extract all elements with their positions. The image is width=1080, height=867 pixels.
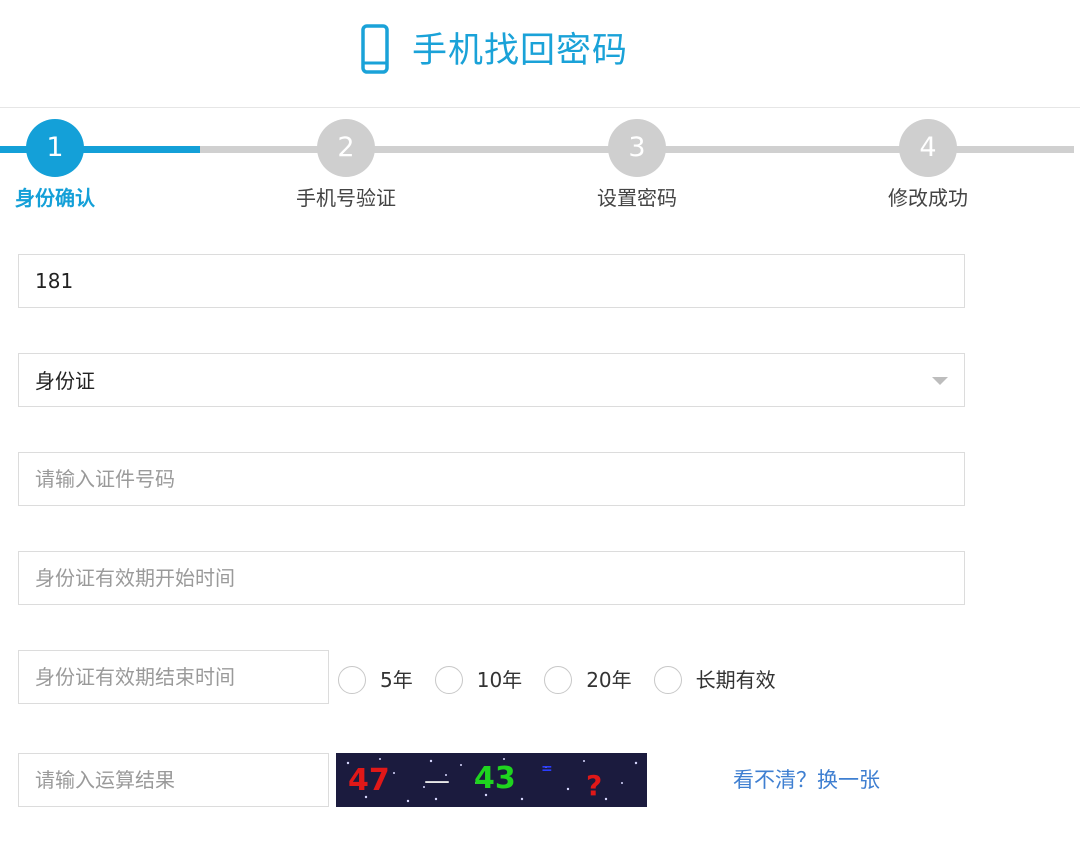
radio-button[interactable] [338, 666, 366, 694]
captcha-question: ? [586, 769, 602, 802]
radio-long-term[interactable]: 长期有效 [653, 666, 776, 694]
refresh-captcha-link[interactable]: 看不清？换一张 [733, 765, 880, 795]
radio-5-years[interactable]: 5年 [338, 666, 413, 694]
radio-20-years[interactable]: 20年 [544, 666, 632, 694]
radio-label: 5年 [380, 668, 413, 692]
captcha-equals: = [541, 761, 553, 777]
radio-button[interactable] [653, 666, 682, 694]
phone-input[interactable] [19, 255, 964, 307]
step-1-circle: 1 [26, 119, 84, 177]
mobile-phone-icon [361, 24, 389, 74]
phone-field [18, 254, 965, 308]
page-title: 手机找回密码 [412, 31, 629, 71]
captcha-left-operand: 47 [348, 763, 390, 798]
step-3-label: 设置密码 [597, 186, 677, 210]
step-4-circle: 4 [899, 119, 957, 177]
captcha-image[interactable]: 47 — 43 = ? [336, 753, 647, 807]
step-2-label: 手机号验证 [296, 186, 396, 210]
chevron-down-icon [932, 377, 948, 385]
step-1-label: 身份确认 [15, 186, 95, 210]
validity-radio-group: 5年 10年 20年 长期有效 [338, 662, 798, 698]
page-header: 手机找回密码 [0, 0, 1080, 108]
valid-start-field [18, 551, 965, 605]
radio-10-years[interactable]: 10年 [434, 666, 523, 694]
valid-end-field [18, 650, 329, 704]
valid-start-input[interactable] [19, 552, 964, 604]
step-3-circle: 3 [608, 119, 666, 177]
radio-label: 长期有效 [695, 668, 776, 692]
id-type-select[interactable]: 身份证 [18, 353, 965, 407]
id-number-field [18, 452, 965, 506]
radio-button[interactable] [434, 666, 463, 694]
step-4-label: 修改成功 [888, 186, 968, 210]
captcha-field [18, 753, 329, 807]
radio-button[interactable] [544, 666, 573, 694]
step-2-circle: 2 [317, 119, 375, 177]
captcha-operator: — [424, 766, 450, 796]
radio-label: 20年 [586, 668, 632, 692]
id-number-input[interactable] [19, 453, 964, 505]
captcha-right-operand: 43 [474, 761, 516, 796]
id-type-selected: 身份证 [35, 369, 95, 393]
captcha-input[interactable] [19, 754, 328, 806]
radio-label: 10年 [476, 668, 523, 692]
valid-end-input[interactable] [19, 651, 328, 703]
